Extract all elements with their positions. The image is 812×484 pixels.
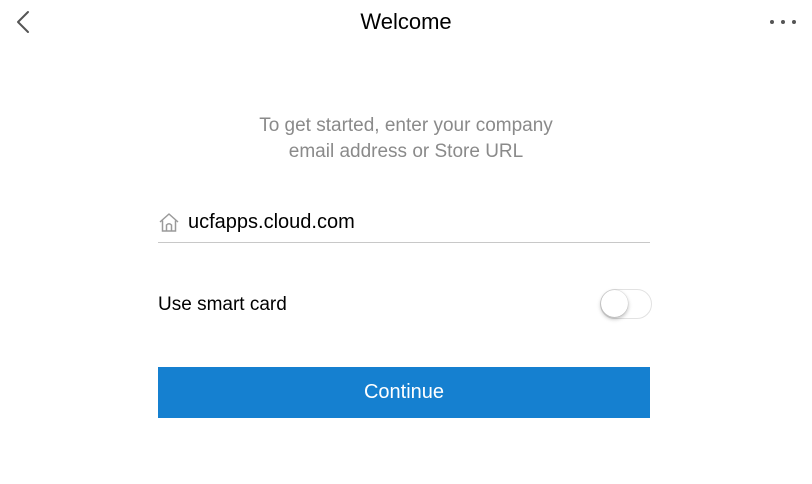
intro-line-2: email address or Store URL — [288, 141, 524, 162]
store-url-input[interactable] — [188, 208, 638, 236]
smart-card-row: Use smart card — [158, 288, 652, 322]
smart-card-label: Use smart card — [158, 294, 287, 315]
navigation-bar: Welcome — [0, 0, 812, 44]
smart-card-toggle[interactable] — [600, 289, 652, 319]
home-icon — [159, 213, 179, 232]
toggle-knob — [601, 290, 628, 317]
store-url-field[interactable] — [158, 204, 650, 243]
more-options-button[interactable] — [766, 10, 802, 34]
page-title: Welcome — [360, 9, 452, 34]
intro-text: To get started, enter your company email… — [0, 113, 812, 165]
continue-button[interactable]: Continue — [158, 367, 650, 418]
intro-line-1: To get started, enter your company — [259, 115, 553, 136]
more-horizontal-icon — [770, 20, 796, 24]
